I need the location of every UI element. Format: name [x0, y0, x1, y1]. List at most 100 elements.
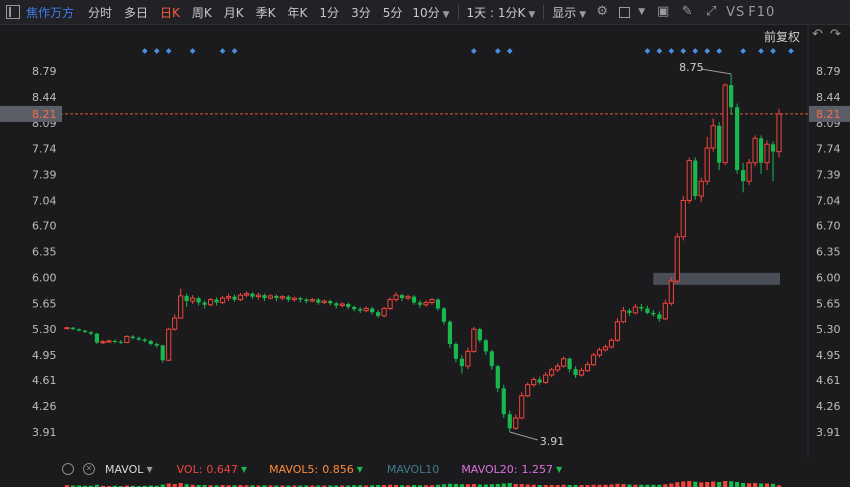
mavol5-label: MAVOL5: [269, 462, 319, 476]
candle-body-up [608, 339, 615, 348]
candle-body-down [334, 303, 339, 306]
candle-body-up [776, 113, 782, 153]
max-price-label: 8.75 [679, 61, 704, 74]
chevron-down-icon[interactable]: ▼ [146, 465, 152, 474]
chevron-down-icon[interactable]: ▼ [638, 7, 645, 17]
candle-body-up [363, 307, 369, 312]
pencil-icon[interactable]: ✎ [680, 5, 694, 19]
settings-gear-icon[interactable] [62, 463, 74, 475]
candle-body-down [741, 170, 746, 182]
candle-body-up [429, 299, 435, 304]
candle-body-up [722, 84, 728, 164]
candle-body-up [393, 294, 399, 301]
candle-body-down [537, 379, 542, 383]
indicator-name[interactable]: MAVOL [105, 463, 143, 476]
event-marker-icon [189, 48, 196, 54]
candle-body-up [387, 299, 393, 309]
event-marker-icon [692, 48, 699, 54]
candle-body-down [411, 296, 417, 303]
candle-body-down [573, 369, 578, 376]
candle-body-down [657, 314, 662, 319]
y-tick-left: 4.95 [32, 349, 57, 362]
display-dropdown[interactable]: 显示 ▼ [548, 4, 590, 21]
vol-label: VOL: [176, 462, 203, 476]
candle-body-up [64, 327, 70, 330]
y-tick-left: 4.26 [32, 400, 57, 413]
candle-body-down [477, 329, 482, 341]
candle-body-up [686, 160, 692, 201]
y-tick-left: 5.65 [32, 297, 57, 310]
y-tick-right: 7.74 [816, 143, 841, 156]
candle-body-down [130, 336, 135, 339]
tab-3[interactable]: 周K [186, 4, 218, 21]
tab-4[interactable]: 月K [218, 4, 250, 21]
candle-body-up [519, 395, 525, 419]
tab-8[interactable]: 3分 [345, 4, 377, 21]
event-marker-icon [758, 48, 764, 54]
volume-bar [729, 481, 734, 487]
tab-7[interactable]: 1分 [313, 4, 345, 21]
close-icon[interactable]: ✕ [83, 463, 95, 475]
candle-body-down [447, 321, 453, 344]
candle-body-down [202, 302, 207, 305]
ratio-dropdown[interactable]: 1天 : 1分K ▼ [463, 4, 540, 21]
candle-body-down [142, 339, 147, 342]
settings-gear-icon[interactable]: ⚙ [595, 5, 609, 19]
candle-body-down [489, 351, 494, 367]
candle-body-up [309, 299, 315, 302]
candle-body-down [435, 299, 441, 309]
candle-body-up [267, 295, 274, 299]
y-tick-right: 7.04 [816, 194, 841, 207]
candle-body-up [632, 306, 639, 314]
candle-body-up [584, 364, 591, 372]
fullscreen-icon[interactable]: ⤢ [704, 5, 718, 19]
event-marker-icon [770, 48, 776, 54]
candle-body-down [483, 340, 488, 352]
y-tick-right: 6.00 [816, 271, 841, 284]
f10-button[interactable]: F10 [748, 5, 775, 20]
candle-body-up [746, 162, 752, 182]
tab-0[interactable]: 分时 [82, 4, 118, 21]
volume-bar [675, 482, 680, 487]
tab-9[interactable]: 5分 [377, 4, 409, 21]
event-marker-icon [165, 48, 172, 54]
sidebar-toggle-icon[interactable] [6, 5, 20, 19]
candle-body-down [112, 341, 117, 343]
tab-1[interactable]: 多日 [118, 4, 154, 21]
redo-icon[interactable]: ↷ [830, 27, 844, 42]
tab-5[interactable]: 季K [250, 4, 282, 21]
adjust-mode-button[interactable]: 前复权 [764, 28, 800, 45]
y-tick-right: 4.95 [816, 349, 841, 362]
stock-name[interactable]: 焦作万方 [26, 4, 74, 21]
candle-body-down [316, 299, 321, 303]
candle-body-down [148, 341, 153, 344]
candle-body-up [190, 297, 196, 302]
candle-body-up [764, 143, 770, 164]
candle-body-down [76, 329, 82, 331]
y-tick-right: 6.70 [816, 220, 841, 233]
period-dropdown[interactable]: 10分 ▼ [408, 4, 453, 21]
period-tabs: 分时 多日 日K 周K 月K 季K 年K 1分 3分 5分 [82, 4, 408, 21]
candle-body-up [543, 374, 549, 383]
tab-6[interactable]: 年K [282, 4, 314, 21]
event-marker-icon [716, 48, 723, 54]
candle-body-up [225, 296, 232, 299]
y-tick-right: 3.91 [816, 426, 841, 439]
candle-body-up [620, 310, 627, 323]
camera-icon[interactable]: ▣ [656, 5, 670, 19]
event-marker-icon [680, 48, 687, 54]
undo-icon[interactable]: ↶ [812, 27, 826, 42]
vs-button[interactable]: VS [726, 5, 745, 20]
down-arrow-icon: ▼ [555, 464, 563, 474]
volume-bar [735, 482, 740, 487]
candle-body-down [304, 299, 309, 302]
candle-body-down [298, 298, 303, 300]
mavol5-value: 0.856 [322, 462, 354, 476]
candle-body-down [250, 293, 255, 297]
kline-chart[interactable]: 8.79 8.798.44 8.448.09 8.097.74 7.747.39 7.39… [0, 25, 850, 457]
candle-body-down [358, 309, 363, 311]
tab-2[interactable]: 日K [154, 4, 186, 21]
candle-body-up [124, 336, 130, 343]
y-tick-left: 6.00 [32, 271, 57, 284]
checkbox-icon[interactable] [619, 6, 631, 18]
